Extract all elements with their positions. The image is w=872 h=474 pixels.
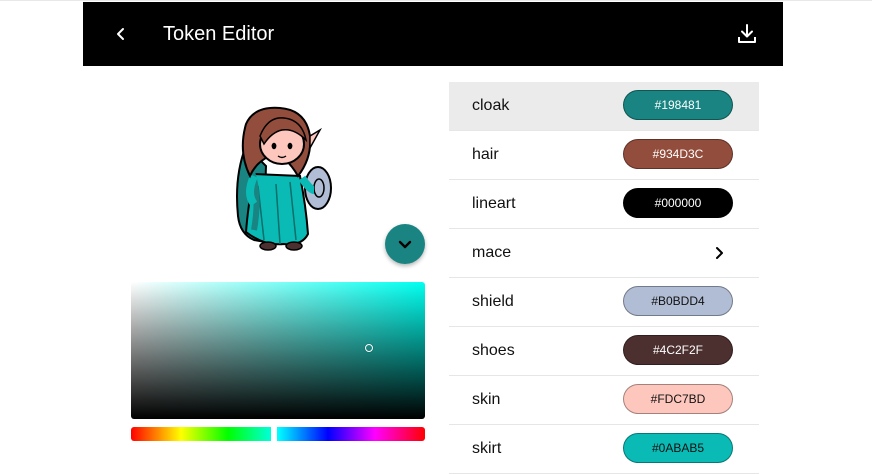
token-row-skirt[interactable]: skirt #0ABAB5 xyxy=(449,425,759,474)
color-swatch-skin[interactable]: #FDC7BD xyxy=(623,384,733,414)
top-border xyxy=(0,0,872,1)
chevron-left-icon xyxy=(117,28,124,40)
color-swatch-skirt[interactable]: #0ABAB5 xyxy=(623,433,733,463)
app-bar: Token Editor xyxy=(83,2,783,66)
hue-slider-thumb[interactable] xyxy=(271,426,277,442)
chevron-down-icon xyxy=(398,240,412,249)
token-label: hair xyxy=(472,146,499,163)
color-swatch-lineart[interactable]: #000000 xyxy=(623,188,733,218)
collapse-toggle-button[interactable] xyxy=(385,224,425,264)
token-label: lineart xyxy=(472,195,516,212)
token-preview xyxy=(224,106,344,256)
token-label: skin xyxy=(472,391,501,408)
color-swatch-cloak[interactable]: #198481 xyxy=(623,90,733,120)
token-row-shield[interactable]: shield #B0BDD4 xyxy=(449,278,759,327)
chevron-right-icon xyxy=(716,247,723,259)
token-label: shoes xyxy=(472,342,515,359)
token-label: cloak xyxy=(472,97,510,114)
token-row-lineart[interactable]: lineart #000000 xyxy=(449,180,759,229)
color-swatch-shield[interactable]: #B0BDD4 xyxy=(623,286,733,316)
token-color-list: cloak #198481 hair #934D3C lineart #000000 mac… xyxy=(449,82,759,474)
back-button[interactable] xyxy=(103,16,139,52)
token-label: skirt xyxy=(472,440,502,457)
download-button[interactable] xyxy=(729,16,765,52)
page-title: Token Editor xyxy=(163,23,275,45)
token-row-shoes[interactable]: shoes #4C2F2F xyxy=(449,327,759,376)
color-swatch-hair[interactable]: #934D3C xyxy=(623,139,733,169)
color-swatch-shoes[interactable]: #4C2F2F xyxy=(623,335,733,365)
token-label: shield xyxy=(472,293,514,310)
token-row-skin[interactable]: skin #FDC7BD xyxy=(449,376,759,425)
hue-slider[interactable] xyxy=(131,426,425,442)
token-label: mace xyxy=(472,244,512,261)
color-picker-cursor[interactable] xyxy=(365,344,373,352)
saturation-value-picker[interactable] xyxy=(131,282,425,419)
character-token-image xyxy=(236,106,332,251)
token-row-mace[interactable]: mace xyxy=(449,229,759,278)
download-icon xyxy=(738,24,756,43)
token-row-cloak[interactable]: cloak #198481 xyxy=(449,82,759,131)
token-row-hair[interactable]: hair #934D3C xyxy=(449,131,759,180)
